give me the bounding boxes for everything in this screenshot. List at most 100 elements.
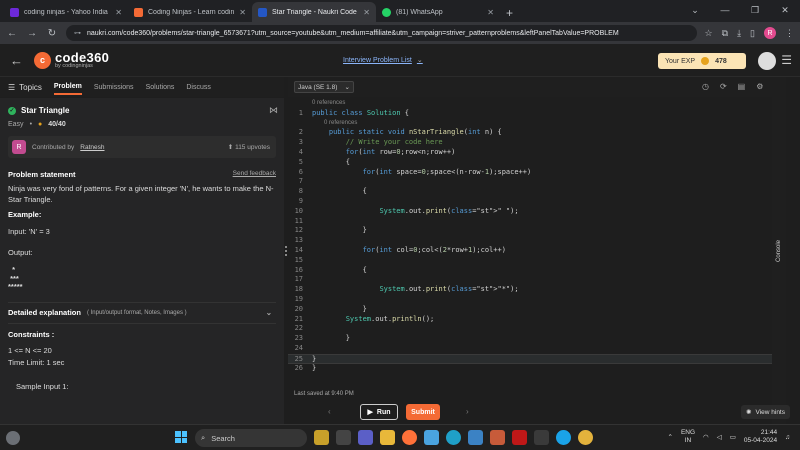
mcafee-icon[interactable] (512, 430, 527, 445)
edge-icon[interactable] (446, 430, 461, 445)
sidepanel-icon[interactable]: ▯ (750, 28, 755, 39)
code-line[interactable]: 1 public class Solution { (288, 109, 786, 119)
send-feedback-link[interactable]: Send feedback (233, 170, 276, 179)
code-lens-references[interactable]: 0 references (288, 99, 786, 109)
tab-close-icon[interactable]: ✕ (363, 8, 370, 17)
store-icon[interactable] (468, 430, 483, 445)
site-info-icon[interactable]: ⊶ (74, 29, 81, 37)
taskbar-search[interactable]: ⌕ Search (195, 429, 307, 447)
run-button[interactable]: ▶ Run (360, 404, 398, 420)
battery-icon[interactable]: ▭ (730, 433, 736, 441)
code-line[interactable]: 12 } (288, 226, 786, 236)
file-explorer-icon[interactable] (380, 430, 395, 445)
code-lens-references[interactable]: 0 references (288, 119, 786, 129)
code-format-icon[interactable]: ▤ (738, 82, 746, 92)
tab-search-icon[interactable]: ⌄ (680, 0, 710, 20)
prev-problem-icon[interactable]: ‹ (328, 407, 331, 416)
share-icon[interactable]: ⋈ (269, 105, 278, 116)
browser-tab-active[interactable]: Star Triangle - Naukri Code 360 ✕ (252, 2, 376, 22)
app-l-icon[interactable] (424, 430, 439, 445)
clock[interactable]: 21:44 05-04-2024 (744, 429, 777, 445)
volume-icon[interactable]: ◁ (717, 433, 722, 441)
code-line[interactable]: 24 (288, 344, 786, 354)
code-editor[interactable]: 0 references 1 public class Solution {0 re… (288, 99, 786, 389)
next-problem-icon[interactable]: › (466, 407, 469, 416)
tab-discuss[interactable]: Discuss (186, 84, 211, 91)
code-line[interactable]: 26} (288, 364, 786, 374)
code-line[interactable]: 17 (288, 275, 786, 285)
code-line[interactable]: 16 { (288, 266, 786, 276)
cortana-icon[interactable] (556, 430, 571, 445)
extensions-icon[interactable]: ⧉ (722, 28, 728, 39)
settings-gear-icon[interactable]: ⚙ (756, 82, 763, 92)
app-dark-icon[interactable] (534, 430, 549, 445)
back-icon[interactable]: ← (6, 28, 18, 39)
firefox-icon[interactable] (402, 430, 417, 445)
maximize-icon[interactable]: ❐ (740, 0, 770, 20)
code-line[interactable]: 15 (288, 256, 786, 266)
hamburger-menu-icon[interactable]: ☰ (781, 53, 792, 67)
input-language[interactable]: ENG IN (681, 429, 695, 445)
console-toggle[interactable]: Console (772, 77, 786, 424)
code-line[interactable]: 2 public static void nStarTriangle(int n… (288, 128, 786, 138)
notification-bell-icon[interactable]: ♫ (785, 434, 790, 441)
forward-icon[interactable]: → (26, 28, 38, 39)
code-line[interactable]: 9 (288, 197, 786, 207)
tab-close-icon[interactable]: ✕ (115, 8, 122, 17)
timer-icon[interactable]: ◷ (702, 82, 709, 92)
browser-tab[interactable]: Coding Ninjas - Learn coding o ✕ (128, 2, 252, 22)
detailed-explanation-toggle[interactable]: Detailed explanation ( Input/output form… (8, 301, 276, 324)
tab-submissions[interactable]: Submissions (94, 84, 134, 91)
browser-tab[interactable]: coding ninjas - Yahoo India Se ✕ (4, 2, 128, 22)
code-line[interactable]: 10 System.out.print(class="st">" "); (288, 207, 786, 217)
downloads-icon[interactable]: ⤓ (737, 28, 741, 39)
interview-problem-list-link[interactable]: Interview Problem List ⌄ (343, 56, 423, 64)
profile-avatar[interactable]: R (764, 27, 776, 39)
exp-badge[interactable]: Your EXP 478 (658, 53, 746, 69)
wifi-icon[interactable]: ◠ (703, 433, 709, 441)
submit-button[interactable]: Submit (406, 404, 440, 420)
back-arrow-icon[interactable]: ← (10, 53, 28, 68)
close-window-icon[interactable]: ✕ (770, 0, 800, 20)
minimize-icon[interactable]: — (710, 0, 740, 20)
bookmark-star-icon[interactable]: ☆ (705, 28, 713, 39)
windows-start-icon[interactable] (175, 431, 187, 443)
contributor-name-link[interactable]: Ratnesh (80, 144, 104, 151)
new-tab-button[interactable]: + (500, 6, 519, 22)
task-view-icon[interactable] (336, 430, 351, 445)
menu-kebab-icon[interactable]: ⋮ (785, 28, 794, 39)
user-avatar[interactable] (758, 52, 776, 70)
reload-icon[interactable]: ↻ (46, 28, 58, 39)
code-line[interactable]: 7 (288, 177, 786, 187)
code-line[interactable]: 22 (288, 324, 786, 334)
code-line[interactable]: 20 } (288, 305, 786, 315)
tab-close-icon[interactable]: ✕ (487, 8, 494, 17)
widgets-icon[interactable] (314, 430, 329, 445)
chat-icon[interactable] (358, 430, 373, 445)
chevron-up-icon[interactable]: ⌃ (668, 433, 673, 441)
chrome-icon[interactable] (578, 430, 593, 445)
code-line[interactable]: 18 System.out.print(class="st">"*"); (288, 285, 786, 295)
code-line[interactable]: 6 for(int space=0;space<(n-row-1);space+… (288, 168, 786, 178)
photos-icon[interactable] (490, 430, 505, 445)
code-line[interactable]: 13 (288, 236, 786, 246)
tab-solutions[interactable]: Solutions (146, 84, 175, 91)
view-hints-button[interactable]: ✺ View hints (741, 405, 790, 419)
code-line[interactable]: 3 // Write your code here (288, 138, 786, 148)
address-bar[interactable]: ⊶ naukri.com/code360/problems/star-trian… (66, 25, 697, 41)
code-line[interactable]: 25} (288, 353, 786, 364)
code-line[interactable]: 8 { (288, 187, 786, 197)
code-line[interactable]: 14 for(int col=0;col<(2*row+1);col++) (288, 246, 786, 256)
tab-close-icon[interactable]: ✕ (239, 8, 246, 17)
code-line[interactable]: 11 (288, 217, 786, 227)
code-line[interactable]: 23 } (288, 334, 786, 344)
code-line[interactable]: 19 (288, 295, 786, 305)
language-select[interactable]: Java (SE 1.8) ⌄ (294, 81, 354, 93)
code360-logo[interactable]: c code360 by codingninjas (34, 51, 109, 70)
upvote-button[interactable]: ⬆ 115 upvotes (228, 143, 270, 151)
code-line[interactable]: 4 for(int row=0;row<n;row++) (288, 148, 786, 158)
weather-widget-icon[interactable] (6, 431, 20, 445)
tab-problem[interactable]: Problem (53, 83, 82, 95)
code-line[interactable]: 21 System.out.println(); (288, 315, 786, 325)
browser-tab[interactable]: (81) WhatsApp ✕ (376, 2, 500, 22)
